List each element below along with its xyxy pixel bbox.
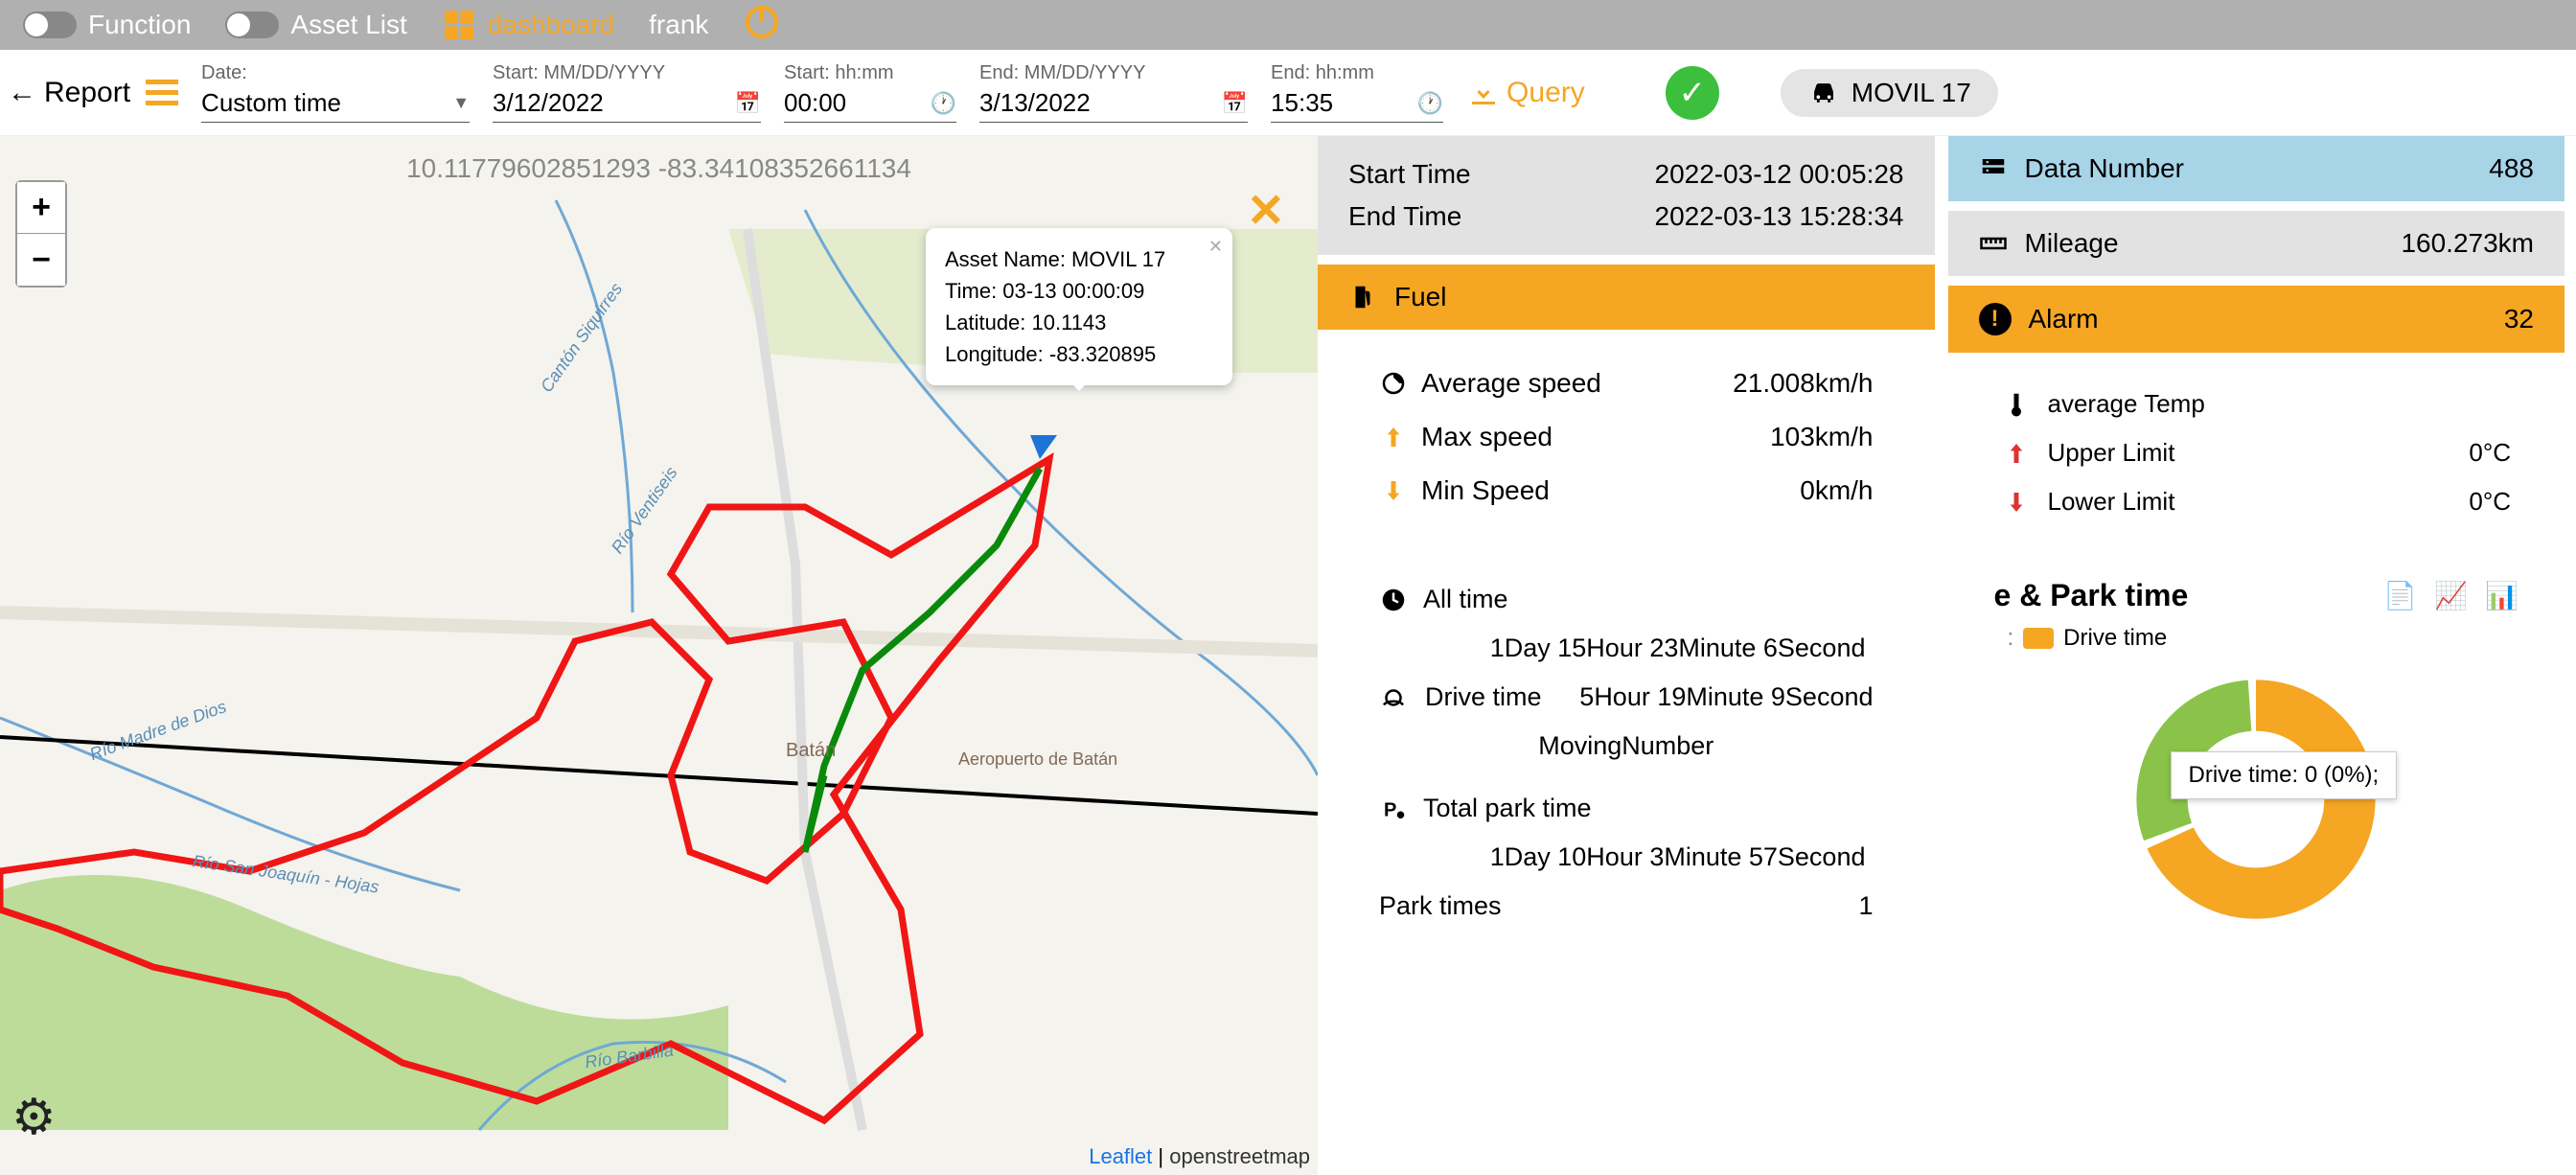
drive-icon [1379, 683, 1408, 712]
date-field-label: Date: [201, 62, 470, 84]
power-icon[interactable] [743, 3, 781, 48]
username-label: frank [649, 10, 708, 40]
arrow-down-icon [1379, 476, 1408, 505]
line-view-icon[interactable]: 📈 [2434, 580, 2468, 611]
dashboard-icon [442, 8, 476, 42]
drive-park-chart: e & Park time 📄 📈 📊 :Drive time [1948, 553, 2565, 1175]
end-date-field[interactable]: End: MM/DD/YYYY 3/13/2022📅 [979, 62, 1248, 123]
arrow-up-icon [1379, 423, 1408, 451]
start-time-field[interactable]: Start: hh:mm 00:00🕐 [784, 62, 956, 123]
report-label: Report [44, 77, 130, 109]
dashboard-link[interactable]: dashboard [442, 8, 614, 42]
asset-pill[interactable]: MOVIL 17 [1781, 69, 1998, 117]
hamburger-icon[interactable] [146, 80, 178, 105]
arrow-up-red-icon [2002, 439, 2031, 468]
map-place-airport: Aeropuerto de Batán [958, 749, 1117, 770]
asset-pill-label: MOVIL 17 [1852, 78, 1971, 108]
temp-card: average Temp Upper Limit0°C Lower Limit0… [1948, 362, 2565, 543]
calendar-icon: 📅 [1222, 91, 1248, 116]
alert-icon: ! [1979, 303, 2012, 335]
back-arrow-icon: ← [8, 77, 36, 109]
svg-text:P: P [1384, 799, 1396, 820]
car-icon [1807, 77, 1840, 109]
asset-list-label: Asset List [290, 10, 406, 40]
dashboard-label: dashboard [488, 10, 614, 40]
filter-bar: ← Report Date: Custom time ▼ Start: MM/DD… [0, 50, 2576, 136]
data-number-card[interactable]: Data Number 488 [1948, 136, 2565, 201]
ruler-icon [1979, 229, 2008, 258]
clock-icon [1379, 586, 1408, 614]
map-tooltip: ✕ Asset Name: MOVIL 17 Time: 03-13 00:00… [926, 228, 1232, 385]
map-place-batan: Batán [786, 740, 836, 762]
end-time-field[interactable]: End: hh:mm 15:35🕐 [1271, 62, 1443, 123]
function-toggle[interactable]: Function [23, 10, 191, 40]
mileage-card[interactable]: Mileage 160.273km [1948, 211, 2565, 276]
arrow-down-red-icon [2002, 488, 2031, 517]
speed-card: Average speed21.008km/h Max speed103km/h… [1318, 339, 1935, 535]
gauge-icon [1379, 369, 1408, 398]
leaflet-link[interactable]: Leaflet [1089, 1144, 1152, 1168]
bar-view-icon[interactable]: 📊 [2485, 580, 2518, 611]
zoom-in-button[interactable]: + [17, 182, 65, 234]
thermometer-icon [2002, 390, 2031, 419]
alarm-card[interactable]: !Alarm 32 [1948, 286, 2565, 353]
close-icon[interactable]: ✕ [1247, 184, 1285, 238]
top-toolbar: Function Asset List dashboard frank [0, 0, 2576, 50]
report-back[interactable]: ← Report [8, 77, 178, 109]
clock-icon: 🕐 [931, 91, 956, 116]
tooltip-close-icon[interactable]: ✕ [1208, 234, 1223, 260]
zoom-control: + − [15, 180, 67, 288]
map-attribution: Leaflet | openstreetmap [1089, 1144, 1310, 1169]
summary-col-left: Start Time2022-03-12 00:05:28 End Time20… [1318, 136, 1935, 1175]
chevron-down-icon: ▼ [452, 93, 470, 113]
date-value: Custom time [201, 88, 445, 118]
server-icon [1979, 154, 2008, 183]
function-label: Function [88, 10, 191, 40]
zoom-out-button[interactable]: − [17, 234, 65, 286]
chart-tooltip: Drive time: 0 (0%); [2171, 751, 2398, 799]
map-coords: 10.11779602851293 -83.34108352661134 [406, 153, 911, 184]
times-card: All time 1Day 15Hour 23Minute 6Second Dr… [1318, 544, 1935, 948]
map[interactable]: 10.11779602851293 -83.34108352661134 + −… [0, 136, 1318, 1175]
legend-swatch [2023, 628, 2054, 649]
chart-legend: :Drive time [1979, 621, 2535, 656]
asset-list-switch[interactable] [225, 12, 279, 38]
clock-icon: 🕐 [1417, 91, 1443, 116]
calendar-icon: 📅 [735, 91, 761, 116]
query-button[interactable]: Query [1466, 76, 1585, 110]
time-range-card: Start Time2022-03-12 00:05:28 End Time20… [1318, 136, 1935, 255]
donut-chart [2083, 665, 2428, 933]
start-date-field[interactable]: Start: MM/DD/YYYY 3/12/2022📅 [493, 62, 761, 123]
gear-icon[interactable]: ⚙ [12, 1089, 57, 1146]
fuel-icon [1348, 283, 1377, 311]
list-view-icon[interactable]: 📄 [2383, 580, 2417, 611]
function-switch[interactable] [23, 12, 77, 38]
summary-col-right: Data Number 488 Mileage 160.273km !Alarm… [1948, 136, 2565, 1175]
date-field[interactable]: Date: Custom time ▼ [201, 62, 470, 123]
asset-list-toggle[interactable]: Asset List [225, 10, 406, 40]
park-icon: P [1379, 795, 1408, 823]
fuel-card[interactable]: Fuel [1318, 265, 1935, 330]
check-icon[interactable]: ✓ [1666, 66, 1719, 120]
